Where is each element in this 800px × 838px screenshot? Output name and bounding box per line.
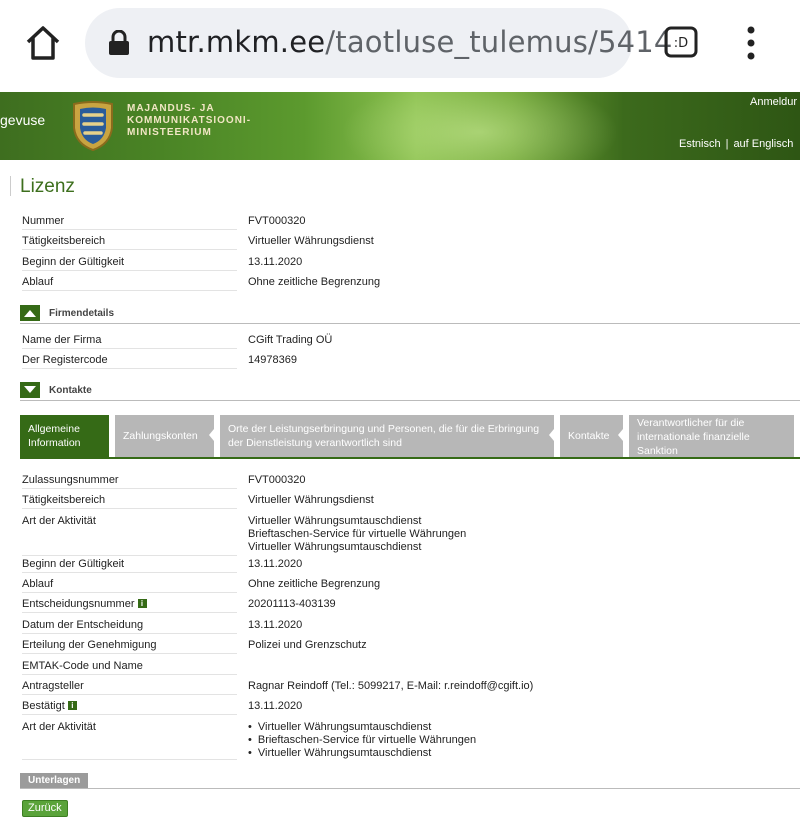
ministry-name[interactable]: Majandus- ja Kommunikatsiooni- ministeer… xyxy=(127,103,251,139)
field-label: Nummer xyxy=(22,215,237,230)
field-value: Virtueller Währungsdienst xyxy=(248,494,374,506)
field-label: Zulassungsnummer xyxy=(22,474,237,489)
field-value: Virtueller Währungsumtauschdienst Brieft… xyxy=(248,721,476,760)
chevron-down-icon xyxy=(24,386,36,393)
field-label: Bestätigt i xyxy=(22,700,237,715)
lang-link-en[interactable]: auf Englisch xyxy=(733,138,793,150)
activity-list: Virtueller Währungsumtauschdienst Brieft… xyxy=(248,721,476,760)
field-label: Beginn der Gültigkeit xyxy=(22,256,237,271)
url-domain: mtr.mkm.ee xyxy=(147,25,326,59)
field-value: Polizei und Grenzschutz xyxy=(248,639,367,651)
login-link[interactable]: Anmeldur xyxy=(750,96,797,108)
home-icon[interactable] xyxy=(22,22,64,64)
tab-switcher-label: :D xyxy=(674,36,688,51)
section-title: Firmendetails xyxy=(49,308,115,319)
field-label: Art der Aktivität xyxy=(22,721,237,760)
field-value: Ohne zeitliche Begrenzung xyxy=(248,578,381,590)
info-icon[interactable]: i xyxy=(137,599,147,608)
header-left-text[interactable]: gevuse xyxy=(0,112,45,128)
overflow-menu-icon[interactable] xyxy=(740,24,762,64)
page-title: Lizenz xyxy=(20,176,75,197)
field-value: 20201113-403139 xyxy=(248,598,336,610)
section-kontakte: Kontakte xyxy=(20,382,800,401)
tab-orte-der-leistungserbringung[interactable]: Orte der Leistungserbringung und Persone… xyxy=(220,415,554,457)
field-value: 13.11.2020 xyxy=(248,619,303,631)
field-value: Virtueller Währungsumtauschdienst Brieft… xyxy=(248,515,467,553)
field-value: Virtueller Währungsdienst xyxy=(248,235,374,247)
chevron-up-icon xyxy=(24,310,36,317)
lang-link-et[interactable]: Estnisch xyxy=(679,138,721,150)
list-item: Virtueller Währungsumtauschdienst xyxy=(248,747,476,760)
browser-toolbar: mtr.mkm.ee/taotluse_tulemus/5414 :D xyxy=(0,0,800,92)
field-label: Datum der Entscheidung xyxy=(22,619,237,634)
field-label: Beginn der Gültigkeit xyxy=(22,558,237,573)
field-label: EMTAK-Code und Name xyxy=(22,660,237,675)
tab-sanktion[interactable]: Verantwortlicher für die internationale … xyxy=(629,415,794,457)
site-header: gevuse Majandus- ja Kommunikatsiooni- mi… xyxy=(0,92,800,160)
list-item: Virtueller Währungsumtauschdienst xyxy=(248,721,476,734)
page-content: Lizenz Nummer FVT000320 Tätigkeitsbereic… xyxy=(0,160,800,838)
field-label: Der Registercode xyxy=(22,354,237,369)
expand-toggle[interactable] xyxy=(20,382,40,398)
field-label: Ablauf xyxy=(22,276,237,291)
field-label: Entscheidungsnummer i xyxy=(22,598,237,613)
list-item: Brieftaschen-Service für virtuelle Währu… xyxy=(248,734,476,747)
url-path: /taotluse_tulemus/5414 xyxy=(325,25,673,59)
unterlagen-tab[interactable]: Unterlagen xyxy=(20,773,89,788)
field-value: 13.11.2020 xyxy=(248,558,303,570)
field-value: 14978369 xyxy=(248,354,297,366)
field-value: Ragnar Reindoff (Tel.: 5099217, E-Mail: … xyxy=(248,680,534,692)
tab-allgemeine-information[interactable]: Allgemeine Information xyxy=(20,415,109,457)
tab-bar: Allgemeine Information Zahlungskonten Or… xyxy=(20,415,800,458)
info-icon[interactable]: i xyxy=(67,701,77,710)
field-value: 13.11.2020 xyxy=(248,256,303,268)
back-button[interactable]: Zurück xyxy=(22,800,68,817)
lock-icon[interactable] xyxy=(108,29,130,56)
field-label: Ablauf xyxy=(22,578,237,593)
tab-switcher-icon[interactable]: :D xyxy=(664,26,698,58)
field-value: FVT000320 xyxy=(248,474,306,486)
coat-of-arms-logo[interactable] xyxy=(70,100,116,152)
field-value: FVT000320 xyxy=(248,215,306,227)
field-label: Erteilung der Genehmigung xyxy=(22,639,237,654)
field-value: Ohne zeitliche Begrenzung xyxy=(248,276,381,288)
field-label: Name der Firma xyxy=(22,334,237,349)
field-label: Tätigkeitsbereich xyxy=(22,235,237,250)
url-text[interactable]: mtr.mkm.ee/taotluse_tulemus/5414 xyxy=(147,25,673,59)
language-switcher: Estnisch | auf Englisch xyxy=(679,138,794,150)
section-title: Kontakte xyxy=(49,385,92,396)
field-value: CGift Trading OÜ xyxy=(248,334,333,346)
field-label: Antragsteller xyxy=(22,680,237,695)
section-firmendetails: Firmendetails xyxy=(20,305,800,324)
field-label: Art der Aktivität xyxy=(22,515,237,556)
collapse-toggle[interactable] xyxy=(20,305,40,321)
field-label: Tätigkeitsbereich xyxy=(22,494,237,509)
field-value: 13.11.2020 xyxy=(248,700,303,712)
section-unterlagen: Unterlagen xyxy=(20,773,800,789)
tab-kontakte[interactable]: Kontakte xyxy=(560,415,623,457)
tab-zahlungskonten[interactable]: Zahlungskonten xyxy=(115,415,214,457)
